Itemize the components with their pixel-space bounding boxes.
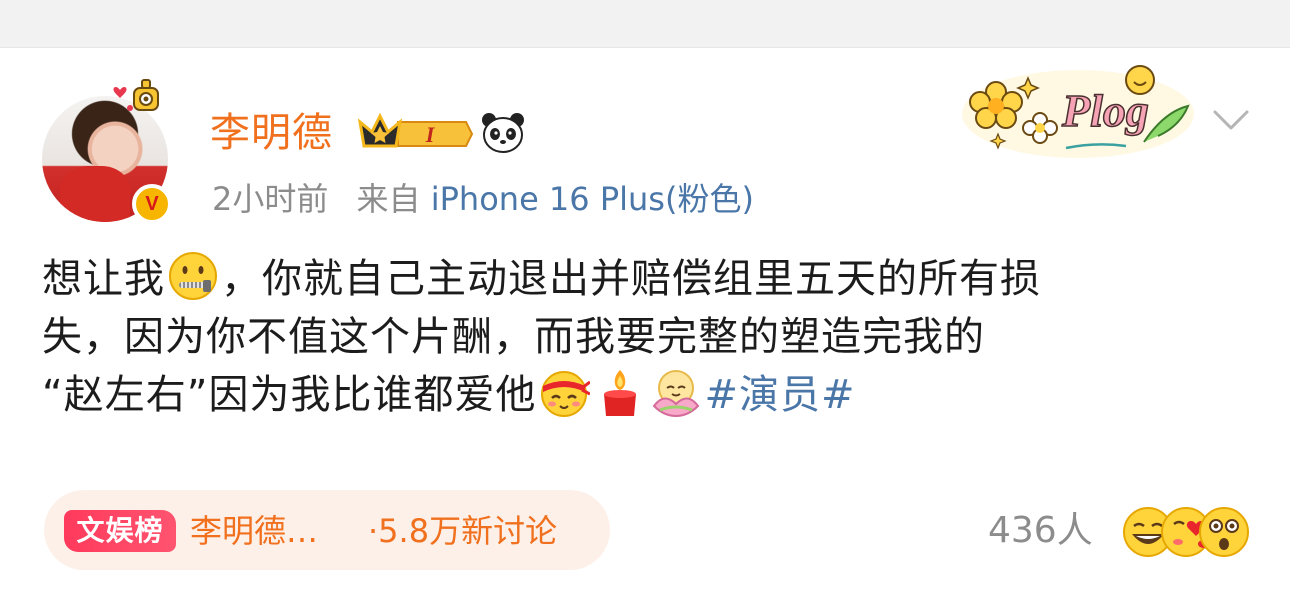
content-line3: “赵左右”因为我比谁都爱他: [42, 372, 537, 418]
username[interactable]: 李明德: [210, 108, 333, 158]
member-level-text: I: [425, 122, 436, 147]
headband-emoji: [541, 371, 591, 417]
lotus-emoji: [653, 370, 700, 418]
top-separator-band: [0, 0, 1290, 48]
topic-link[interactable]: #演员#: [704, 372, 855, 418]
heart-robot-icon: [113, 79, 159, 111]
content-line1-part1: 想让我: [42, 256, 165, 302]
post-content: 想让我 ，你就自己主动退出并赔偿组里五天的所有损 失，因为你不值这个片酬，而我要…: [42, 250, 1252, 424]
post-time: 2小时前: [212, 180, 329, 218]
surprised-emoji: [1199, 507, 1249, 557]
reaction-count[interactable]: 436人: [988, 508, 1093, 554]
crown-icon[interactable]: I: [358, 112, 474, 156]
content-line1-part2: ，你就自己主动退出并赔偿组里五天的所有损: [221, 256, 1041, 302]
avatar-container[interactable]: V: [42, 79, 178, 224]
verified-badge: V: [132, 184, 172, 224]
candle-emoji: [604, 370, 637, 416]
post-meta: 2小时前 来自 iPhone 16 Plus(粉色): [212, 178, 754, 220]
panda-icon: [482, 113, 524, 153]
reaction-emojis[interactable]: [1120, 502, 1250, 558]
source-prefix: 来自: [356, 180, 421, 218]
chevron-down-icon[interactable]: [1212, 106, 1250, 134]
plog-sticker: Plog: [962, 65, 1194, 158]
source-device-link[interactable]: iPhone 16 Plus(粉色): [431, 180, 754, 218]
zipper-mouth-emoji: [169, 252, 217, 300]
rank-discussion-count: ·5.8万新讨论: [368, 512, 558, 550]
rank-name[interactable]: 李明德…: [190, 508, 318, 554]
rank-tag: 文娱榜: [64, 510, 176, 552]
content-line2: 失，因为你不值这个片酬，而我要完整的塑造完我的: [42, 314, 985, 360]
